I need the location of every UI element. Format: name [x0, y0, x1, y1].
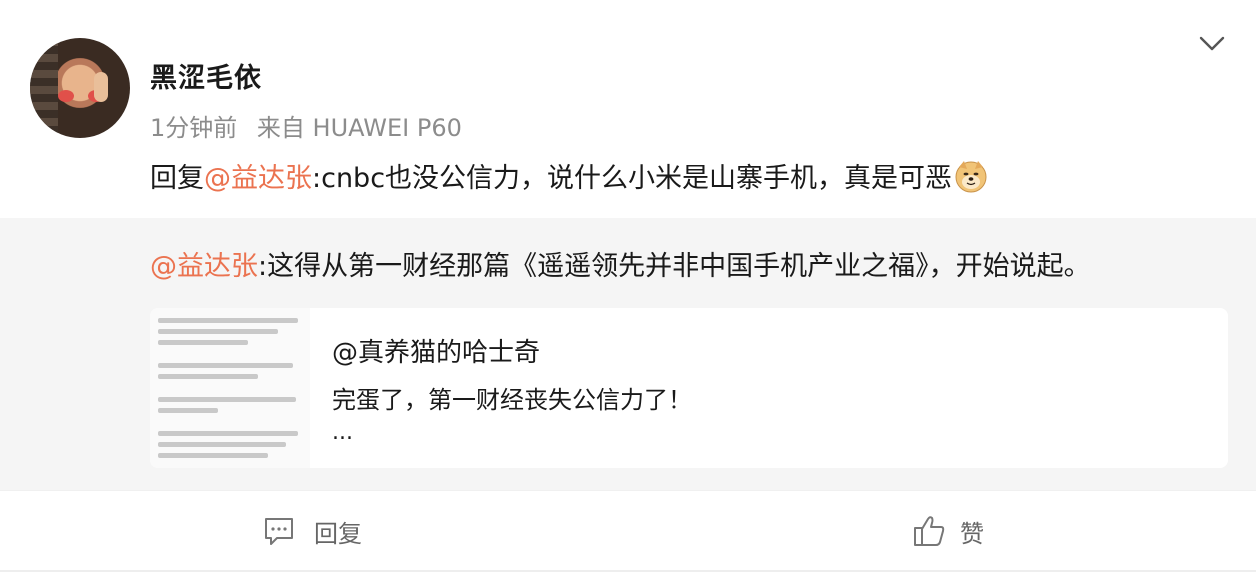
avatar[interactable]: [30, 38, 130, 138]
shared-post-thumbnail: [150, 308, 310, 468]
avatar-cheek: [58, 90, 74, 102]
like-button[interactable]: 赞: [912, 513, 984, 549]
reply-content: 回复 @益达张 :cnbc也没公信力，说什么小米是山寨手机，真是可恶: [150, 156, 988, 195]
reply-text: :cnbc也没公信力，说什么小米是山寨手机，真是可恶: [312, 163, 953, 194]
like-button-label: 赞: [960, 519, 984, 548]
shared-post-more: ...: [332, 420, 353, 445]
post-time: 1分钟前: [150, 114, 238, 142]
reply-prefix: 回复: [150, 163, 204, 194]
post-source: 来自 HUAWEI P60: [256, 114, 462, 142]
reply-mention-link[interactable]: @益达张: [204, 156, 312, 195]
post-meta: 1分钟前 来自 HUAWEI P60: [150, 108, 462, 143]
avatar-finger: [94, 72, 108, 102]
quoted-comment: @益达张:这得从第一财经那篇《遥遥领先并非中国手机产业之福》，开始说起。 @真养…: [0, 218, 1256, 490]
comment-header: 黑涩毛依 1分钟前 来自 HUAWEI P60 回复 @益达张 :cnbc也没公…: [0, 0, 1256, 218]
quote-text: :这得从第一财经那篇《遥遥领先并非中国手机产业之福》，开始说起。: [258, 251, 1091, 282]
shared-post-text: 完蛋了，第一财经丧失公信力了！: [332, 386, 692, 414]
quoted-comment-text: @益达张:这得从第一财经那篇《遥遥领先并非中国手机产业之福》，开始说起。: [150, 244, 1091, 283]
chevron-down-icon[interactable]: [1198, 32, 1226, 54]
avatar-background: [30, 38, 58, 138]
shared-post-author[interactable]: @真养猫的哈士奇: [332, 332, 540, 369]
username[interactable]: 黑涩毛依: [150, 56, 262, 95]
action-bar: 回复 赞: [0, 490, 1256, 572]
reply-button-label: 回复: [314, 519, 362, 548]
reply-button[interactable]: 回复: [262, 513, 362, 549]
thumbs-up-icon: [914, 516, 945, 546]
shared-post-card[interactable]: @真养猫的哈士奇 完蛋了，第一财经丧失公信力了！ ...: [150, 308, 1228, 468]
comment-icon: [265, 518, 293, 545]
quote-mention-link[interactable]: @益达张: [150, 251, 258, 282]
doge-emoji-icon: [955, 160, 987, 192]
